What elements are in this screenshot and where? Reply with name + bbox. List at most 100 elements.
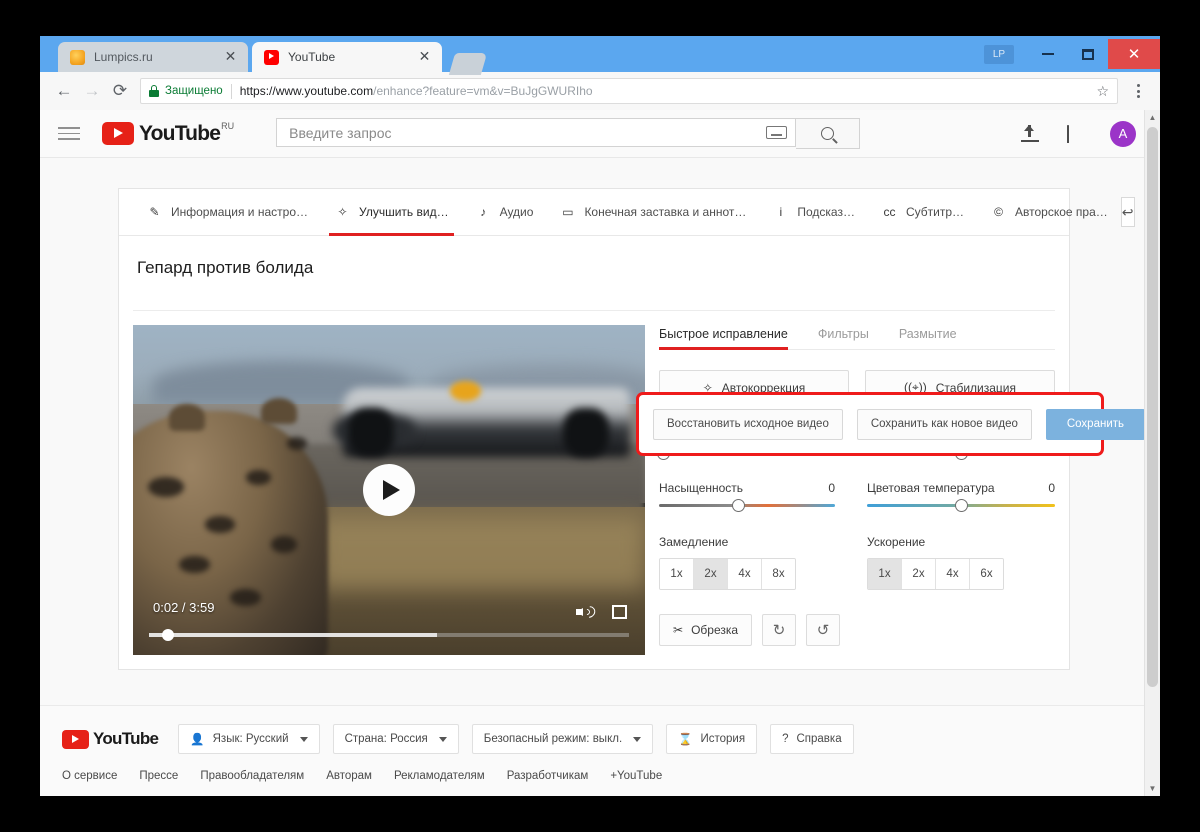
youtube-play-icon [102,122,134,145]
close-icon[interactable]: ✕ [223,49,238,64]
country-selector[interactable]: Страна: Россия [333,724,459,754]
youtube-country-code: RU [221,121,234,131]
tab-enhancements[interactable]: ✧Улучшить вид… [321,189,462,236]
browser-toolbar: ← → ⟳ Защищено https://www.youtube.com/e… [40,72,1160,110]
new-tab-button[interactable] [449,53,487,75]
browser-tab-lumpics[interactable]: Lumpics.ru ✕ [58,42,248,72]
tab-end-screen[interactable]: ▭Конечная заставка и аннот… [546,189,759,236]
minimize-button[interactable] [1028,39,1068,69]
tab-cards[interactable]: iПодсказ… [759,189,868,236]
subtab-quick-fixes[interactable]: Быстрое исправление [659,327,788,350]
profile-badge[interactable]: LP [984,45,1014,64]
footer-controls: YouTube 👤Язык: Русский Страна: Россия Бе… [40,706,1160,770]
search-button[interactable] [796,118,860,149]
play-button[interactable] [363,464,415,516]
slow-option-1x[interactable]: 1x [660,559,694,589]
fast-option-1x[interactable]: 1x [868,559,902,589]
language-selector[interactable]: 👤Язык: Русский [178,724,319,754]
chevron-down-icon [439,737,447,742]
save-button[interactable]: Сохранить [1046,409,1145,440]
chevron-down-icon [633,737,641,742]
page-scrollbar[interactable]: ▲ ▼ [1144,110,1160,796]
fast-option-6x[interactable]: 6x [970,559,1003,589]
youtube-masthead: YouTube RU Введите запрос A [40,110,1160,158]
search-input[interactable]: Введите запрос [276,118,796,147]
fast-option-2x[interactable]: 2x [902,559,936,589]
keyboard-icon[interactable] [766,126,787,139]
trim-button[interactable]: ✂Обрезка [659,614,752,646]
window-titlebar: Lumpics.ru ✕ YouTube ✕ LP ✕ [40,36,1160,72]
slow-option-2x[interactable]: 2x [694,559,728,589]
bookmark-star-icon[interactable]: ☆ [1088,83,1109,100]
forward-icon[interactable]: → [78,77,106,105]
slow-option-4x[interactable]: 4x [728,559,762,589]
footer-link-advertisers[interactable]: Рекламодателям [394,770,485,782]
slider-header: Цветовая температура0 [867,481,1055,495]
url-host: https://www.youtube.com [240,84,373,98]
slider-thumb[interactable] [955,499,968,512]
back-arrow-button[interactable]: ↩ [1121,197,1135,227]
maximize-button[interactable] [1068,39,1108,69]
footer-link-about[interactable]: О сервисе [62,770,117,782]
scroll-down-icon[interactable]: ▼ [1145,781,1160,796]
progress-bar[interactable] [149,633,629,637]
save-as-new-video-button[interactable]: Сохранить как новое видео [857,409,1032,440]
slider-thumb[interactable] [732,499,745,512]
close-window-button[interactable]: ✕ [1108,39,1160,69]
speed-up-options: 1x 2x 4x 6x [867,558,1004,590]
music-note-icon: ♪ [475,204,492,221]
slider-value: 0 [1048,481,1055,495]
footer-youtube-logo[interactable]: YouTube [62,729,158,749]
tab-subtitles[interactable]: ccСубтитр… [868,189,977,236]
address-bar[interactable]: Защищено https://www.youtube.com/enhance… [140,78,1118,104]
rotate-right-button[interactable]: ↻ [762,614,796,646]
youtube-logo[interactable]: YouTube RU [102,122,234,145]
slider-track[interactable] [659,504,835,507]
scrollbar-thumb[interactable] [1147,127,1158,687]
slider-color-temperature: Цветовая температура0 [857,481,1055,507]
speed-up-group: Ускорение 1x 2x 4x 6x [857,535,1055,590]
slow-motion-group: Замедление 1x 2x 4x 8x [659,535,857,590]
close-icon[interactable]: ✕ [417,49,432,64]
tab-label: Информация и настро… [171,205,308,219]
race-car-wheel [563,408,609,458]
trim-label: Обрезка [691,623,738,637]
footer-link-creators[interactable]: Авторам [326,770,372,782]
tab-info-and-settings[interactable]: ✎Информация и настро… [133,189,321,236]
tab-audio[interactable]: ♪Аудио [462,189,547,236]
language-icon: 👤 [190,732,204,746]
help-button[interactable]: ?Справка [770,724,854,754]
editor-tab-bar: ✎Информация и настро… ✧Улучшить вид… ♪Ау… [119,189,1069,236]
slow-motion-options: 1x 2x 4x 8x [659,558,796,590]
slow-option-8x[interactable]: 8x [762,559,795,589]
footer-link-plus-youtube[interactable]: +YouTube [610,770,662,782]
subtab-filters[interactable]: Фильтры [818,327,869,350]
subtab-blur[interactable]: Размытие [899,327,957,350]
page-viewport: YouTube RU Введите запрос A ✎Информация … [40,110,1160,796]
driver-helmet [450,381,481,401]
fast-option-4x[interactable]: 4x [936,559,970,589]
video-player[interactable]: 0:02 / 3:59 [133,325,645,655]
menu-icon[interactable] [1126,78,1150,104]
hamburger-menu-icon[interactable] [58,127,80,140]
back-icon[interactable]: ← [50,77,78,105]
notifications-bell-icon[interactable] [1067,126,1082,142]
upload-icon[interactable] [1021,125,1039,142]
scroll-up-icon[interactable]: ▲ [1145,110,1160,125]
browser-tab-youtube[interactable]: YouTube ✕ [252,42,442,72]
footer-link-copyright[interactable]: Правообладателям [200,770,304,782]
history-button[interactable]: ⌛История [666,724,757,754]
revert-video-button[interactable]: Восстановить исходное видео [653,409,843,440]
fullscreen-icon[interactable] [612,605,627,619]
footer-link-developers[interactable]: Разработчикам [507,770,589,782]
rotate-left-button[interactable]: ↺ [806,614,840,646]
volume-icon[interactable] [576,605,592,619]
restricted-mode-selector[interactable]: Безопасный режим: выкл. [472,724,653,754]
avatar[interactable]: A [1110,121,1136,147]
tab-copyright[interactable]: ©Авторское пра… [977,189,1121,236]
slow-motion-label: Замедление [659,535,857,549]
footer-link-press[interactable]: Прессе [139,770,178,782]
reload-icon[interactable]: ⟳ [106,77,134,105]
url-text: https://www.youtube.com/enhance?feature=… [240,84,593,98]
slider-track[interactable] [867,504,1055,507]
